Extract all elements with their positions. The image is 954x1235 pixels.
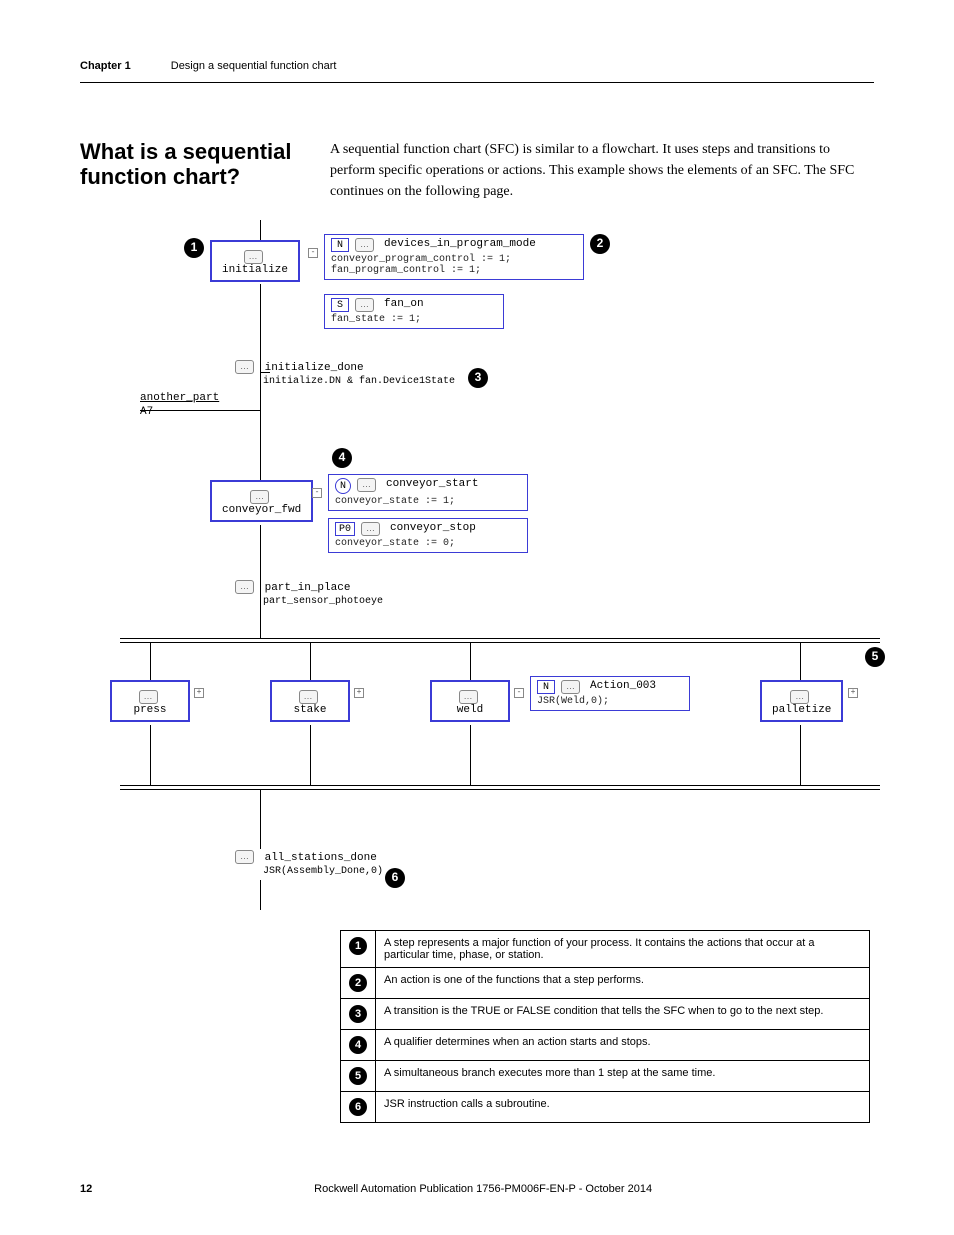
- callout-4: 4: [332, 448, 352, 468]
- expand-toggle-icon[interactable]: +: [194, 688, 204, 698]
- table-row: 5 A simultaneous branch executes more tha…: [341, 1061, 870, 1092]
- link-another-part: another_part: [140, 392, 219, 404]
- expand-toggle-icon[interactable]: +: [848, 688, 858, 698]
- legend-text: JSR instruction calls a subroutine.: [376, 1092, 870, 1123]
- legend-badge: 6: [349, 1098, 367, 1116]
- legend-text: A qualifier determines when an action st…: [376, 1030, 870, 1061]
- publication-line: Rockwell Automation Publication 1756-PM0…: [314, 1183, 652, 1195]
- ellipsis-icon: …: [355, 298, 374, 312]
- transition-all-stations-done: … all_stations_done JSR(Assembly_Done,0): [235, 850, 383, 877]
- step-label: weld: [457, 704, 483, 716]
- action-code: JSR(Weld,0);: [537, 696, 683, 707]
- qualifier-n-callout: N: [335, 478, 351, 494]
- legend-badge: 3: [349, 1005, 367, 1023]
- ellipsis-icon: …: [561, 680, 580, 694]
- action-name: conveyor_start: [386, 478, 478, 490]
- action-fan-on: S … fan_on fan_state := 1;: [324, 294, 504, 329]
- table-row: 4 A qualifier determines when an action s…: [341, 1030, 870, 1061]
- ellipsis-icon: …: [235, 360, 254, 374]
- step-stake: … stake: [270, 680, 350, 722]
- step-palletize: … palletize: [760, 680, 843, 722]
- table-row: 6 JSR instruction calls a subroutine.: [341, 1092, 870, 1123]
- ellipsis-icon: …: [235, 850, 254, 864]
- action-name: Action_003: [590, 680, 656, 692]
- transition-part-in-place: … part_in_place part_sensor_photoeye: [235, 580, 383, 607]
- table-row: 2 An action is one of the functions that …: [341, 968, 870, 999]
- action-name: conveyor_stop: [390, 522, 476, 534]
- section-intro: A sequential function chart (SFC) is sim…: [330, 139, 874, 202]
- ellipsis-icon: …: [235, 580, 254, 594]
- chapter-label: Chapter 1: [80, 60, 131, 72]
- ellipsis-icon: …: [459, 690, 478, 704]
- action-name: fan_on: [384, 298, 424, 310]
- ellipsis-icon: …: [299, 690, 318, 704]
- action-003: N … Action_003 JSR(Weld,0);: [530, 676, 690, 711]
- action-code: conveyor_state := 1;: [335, 496, 521, 507]
- legend-badge: 1: [349, 937, 367, 955]
- running-header: Chapter 1 Design a sequential function c…: [80, 60, 874, 83]
- legend-badge: 2: [349, 974, 367, 992]
- legend-badge: 4: [349, 1036, 367, 1054]
- qualifier-s: S: [331, 298, 349, 312]
- legend-text: An action is one of the functions that a…: [376, 968, 870, 999]
- action-code: conveyor_state := 0;: [335, 538, 521, 549]
- ellipsis-icon: …: [361, 522, 380, 536]
- page-footer: 12 Rockwell Automation Publication 1756-…: [80, 1183, 874, 1195]
- ellipsis-icon: …: [250, 490, 269, 504]
- qualifier-n: N: [331, 238, 349, 252]
- action-name: devices_in_program_mode: [384, 238, 536, 250]
- callout-6: 6: [385, 868, 405, 888]
- table-row: 1 A step represents a major function of y…: [341, 931, 870, 968]
- callout-3: 3: [468, 368, 488, 388]
- legend-text: A simultaneous branch executes more than…: [376, 1061, 870, 1092]
- collapse-toggle-icon[interactable]: -: [514, 688, 524, 698]
- section-heading: What is a sequential function chart?: [80, 139, 310, 190]
- action-code: fan_state := 1;: [331, 314, 497, 325]
- step-press: … press: [110, 680, 190, 722]
- action-conveyor-start: N … conveyor_start conveyor_state := 1;: [328, 474, 528, 511]
- callout-1: 1: [184, 238, 204, 258]
- step-label: initialize: [222, 264, 288, 276]
- link-ref: A7: [140, 406, 153, 418]
- legend-table: 1 A step represents a major function of y…: [340, 930, 870, 1123]
- action-conveyor-stop: P0 … conveyor_stop conveyor_state := 0;: [328, 518, 528, 553]
- transition-initialize-done: … initialize_done initialize.DN & fan.De…: [235, 360, 455, 387]
- collapse-toggle-icon[interactable]: -: [312, 488, 322, 498]
- callout-2: 2: [590, 234, 610, 254]
- legend-badge: 5: [349, 1067, 367, 1085]
- step-label: conveyor_fwd: [222, 504, 301, 516]
- step-initialize: … initialize: [210, 240, 300, 282]
- ellipsis-icon: …: [355, 238, 374, 252]
- ellipsis-icon: …: [357, 478, 376, 492]
- qualifier-n: N: [537, 680, 555, 694]
- step-conveyor-fwd: … conveyor_fwd: [210, 480, 313, 522]
- ellipsis-icon: …: [139, 690, 158, 704]
- legend-text: A transition is the TRUE or FALSE condit…: [376, 999, 870, 1030]
- chapter-title: Design a sequential function chart: [171, 60, 337, 72]
- action-devices-in-program-mode: N … devices_in_program_mode conveyor_pro…: [324, 234, 584, 280]
- step-label: press: [133, 704, 166, 716]
- callout-5: 5: [865, 647, 885, 667]
- expand-toggle-icon[interactable]: +: [354, 688, 364, 698]
- ellipsis-icon: …: [790, 690, 809, 704]
- qualifier-p0: P0: [335, 522, 355, 536]
- step-weld: … weld: [430, 680, 510, 722]
- collapse-toggle-icon[interactable]: -: [308, 248, 318, 258]
- sfc-diagram: another_part A7 … initialize - N … devic…: [80, 220, 874, 920]
- legend-text: A step represents a major function of yo…: [376, 931, 870, 968]
- step-label: stake: [293, 704, 326, 716]
- step-label: palletize: [772, 704, 831, 716]
- ellipsis-icon: …: [244, 250, 263, 264]
- action-code: conveyor_program_control := 1; fan_progr…: [331, 254, 577, 276]
- table-row: 3 A transition is the TRUE or FALSE condi…: [341, 999, 870, 1030]
- page-number: 12: [80, 1183, 92, 1195]
